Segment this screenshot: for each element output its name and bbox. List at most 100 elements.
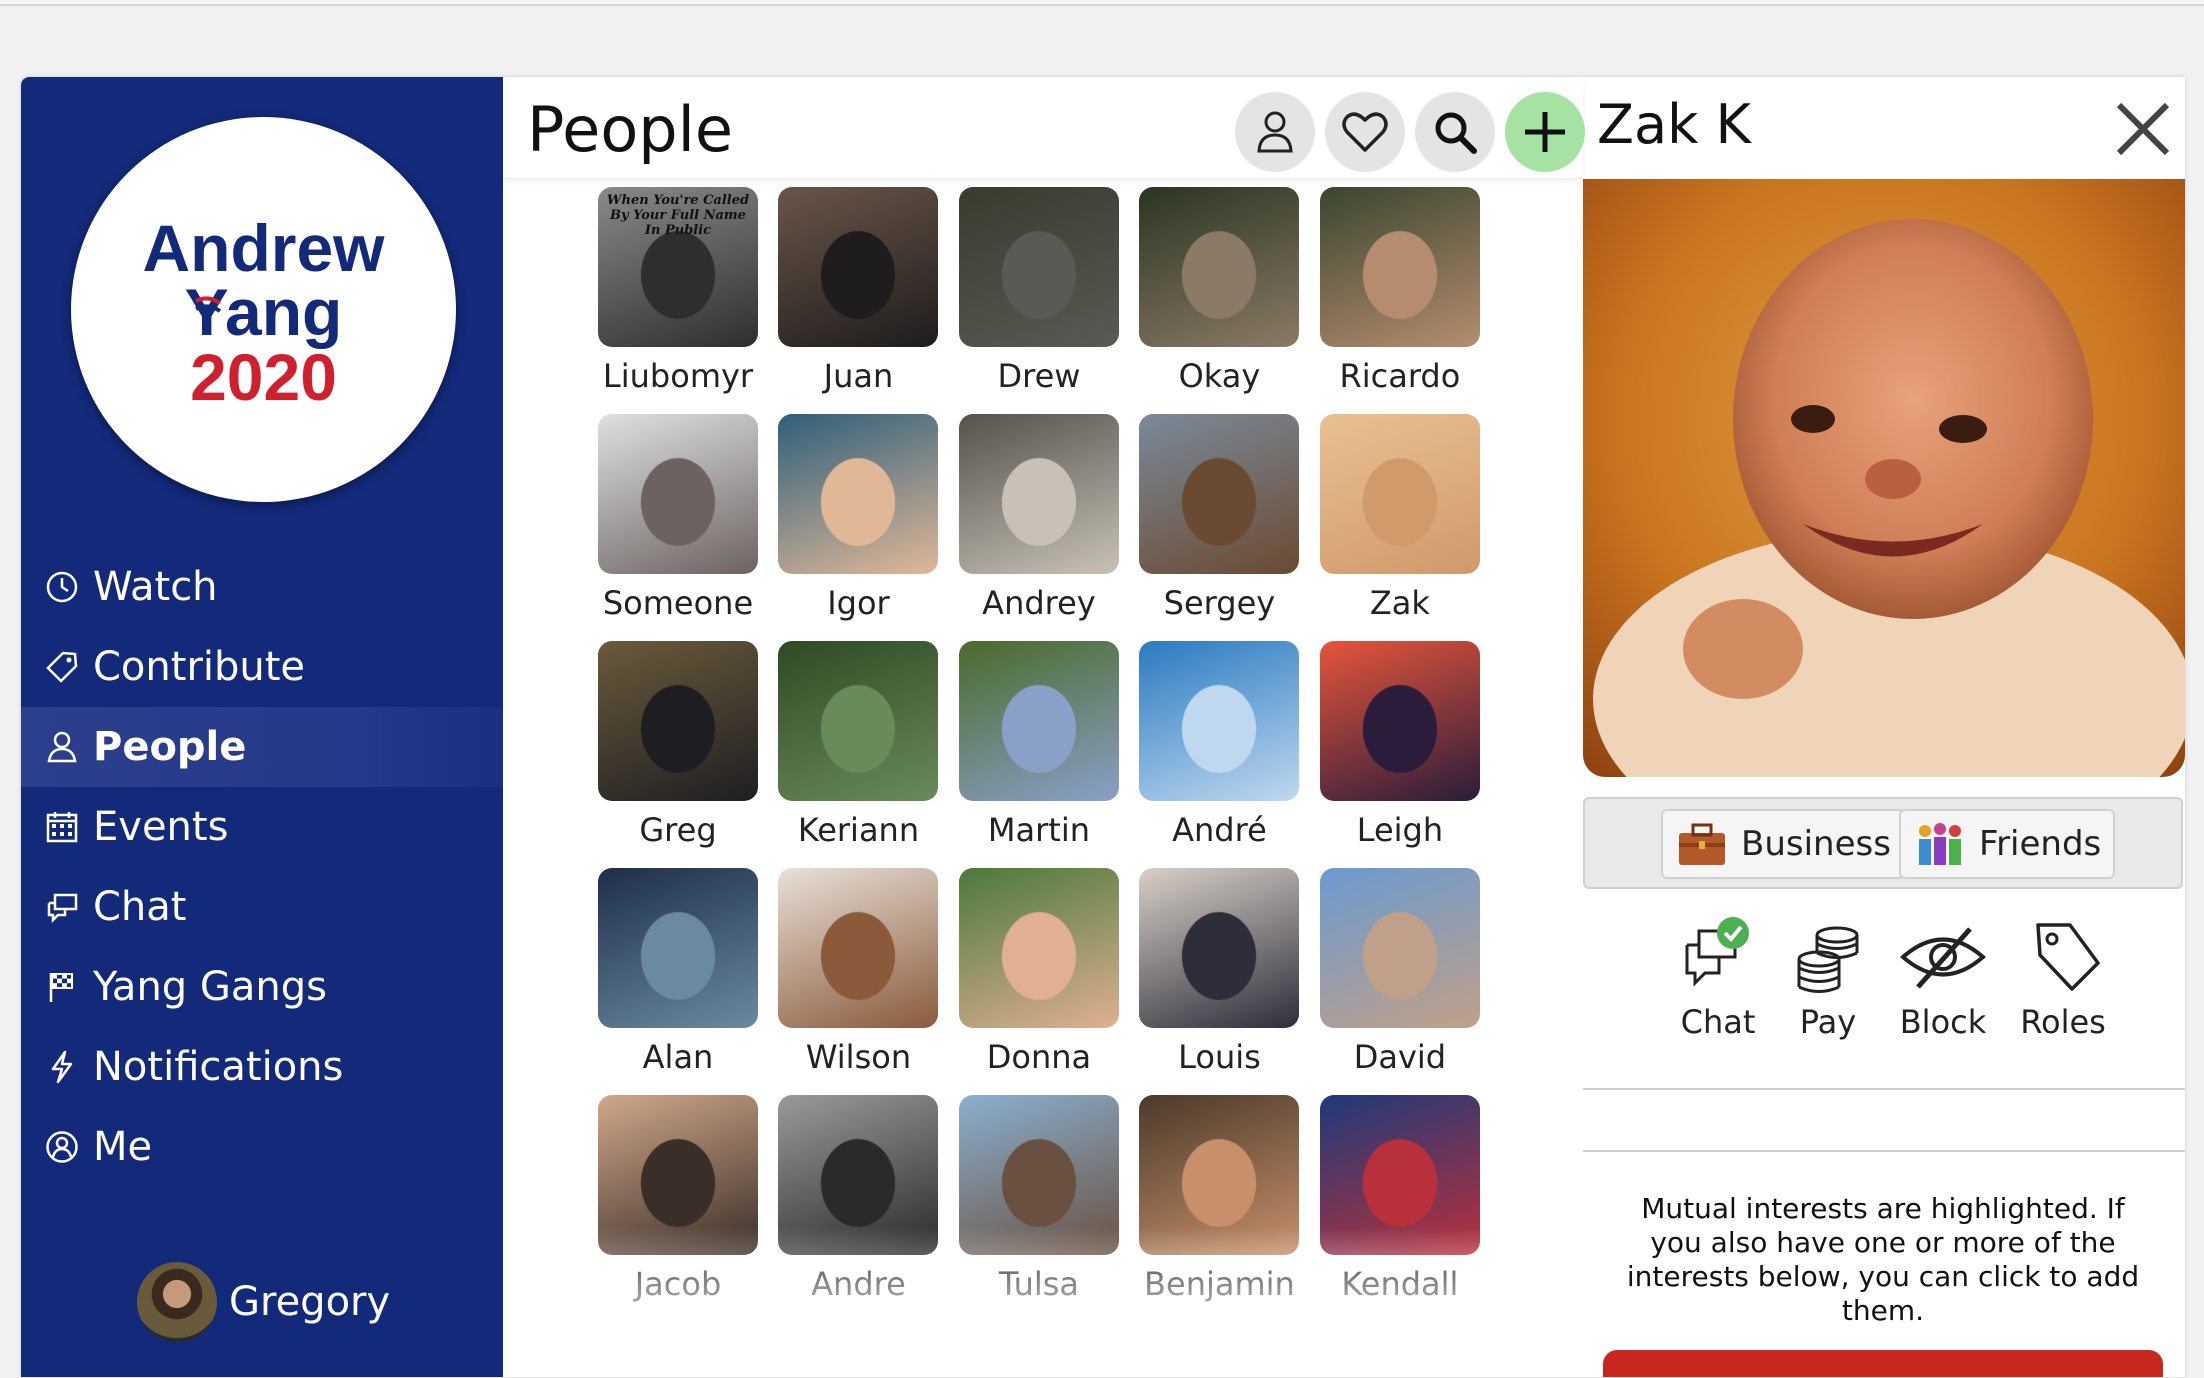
- person-name: Donna: [986, 1038, 1092, 1076]
- person-name: Kendall: [1341, 1265, 1459, 1303]
- people-header: People: [503, 77, 1585, 179]
- logo-line-1: Andrew: [142, 211, 385, 285]
- chat-action-button[interactable]: Chat: [1663, 917, 1773, 1041]
- person-card[interactable]: Igor: [778, 414, 939, 622]
- person-card[interactable]: When You're Called By Your Full Name In …: [598, 187, 758, 395]
- sidebar-item-yang-gangs[interactable]: Yang Gangs: [21, 947, 503, 1027]
- person-name: Jacob: [634, 1265, 722, 1303]
- person-name: Ricardo: [1339, 357, 1461, 395]
- person-name: Andrey: [982, 584, 1096, 622]
- tag-business[interactable]: Business: [1661, 809, 1905, 879]
- block-action-label: Block: [1899, 1003, 1987, 1041]
- person-photo: [1139, 187, 1300, 347]
- roles-action-label: Roles: [2020, 1003, 2106, 1041]
- person-card[interactable]: Okay: [1139, 187, 1300, 395]
- sidebar-item-label: Yang Gangs: [93, 964, 327, 1010]
- person-photo: [598, 868, 758, 1028]
- sidebar-item-label: Me: [93, 1124, 153, 1170]
- sidebar-item-notifications[interactable]: Notifications: [21, 1027, 503, 1107]
- person-name: Okay: [1178, 357, 1261, 395]
- person-photo: [778, 187, 939, 347]
- person-card[interactable]: Zak: [1319, 414, 1480, 622]
- person-photo: When You're Called By Your Full Name In …: [598, 187, 758, 347]
- pay-action-button[interactable]: Pay: [1773, 917, 1883, 1041]
- block-action-button[interactable]: Block: [1888, 917, 1998, 1041]
- person-photo: [1319, 1095, 1480, 1255]
- tag-friends[interactable]: Friends: [1899, 809, 2116, 879]
- person-card[interactable]: David: [1319, 868, 1480, 1076]
- coins-icon: [1797, 926, 1859, 993]
- interest-tags: Business Friends: [1583, 797, 2183, 889]
- close-button[interactable]: [2113, 99, 2173, 159]
- plus-icon: [1525, 112, 1565, 152]
- person-name: Greg: [639, 811, 717, 849]
- person-card[interactable]: Andre: [778, 1095, 939, 1303]
- person-photo: [1139, 414, 1300, 574]
- person-card[interactable]: André: [1139, 641, 1300, 849]
- person-card[interactable]: Drew: [958, 187, 1119, 395]
- person-card[interactable]: Alan: [598, 868, 758, 1076]
- person-card[interactable]: Ricardo: [1319, 187, 1480, 395]
- person-card[interactable]: Andrey: [958, 414, 1119, 622]
- divider: [1583, 1150, 2185, 1152]
- sidebar-item-watch[interactable]: Watch: [21, 547, 503, 627]
- person-photo: [1319, 868, 1480, 1028]
- person-card[interactable]: Sergey: [1139, 414, 1300, 622]
- person-card[interactable]: Tulsa: [958, 1095, 1119, 1303]
- person-photo: [598, 1095, 758, 1255]
- person-card[interactable]: Benjamin: [1139, 1095, 1300, 1303]
- person-photo: [958, 641, 1119, 801]
- browser-top-edge: [0, 0, 2204, 6]
- add-person-button[interactable]: [1505, 92, 1585, 172]
- person-icon: [1257, 111, 1293, 153]
- interest-red-button[interactable]: [1603, 1350, 2163, 1377]
- favorites-button[interactable]: [1325, 92, 1405, 172]
- sidebar-item-me[interactable]: Me: [21, 1107, 503, 1187]
- person-photo: [778, 868, 939, 1028]
- person-name: Alan: [642, 1038, 714, 1076]
- tag-icon: [2036, 923, 2100, 991]
- person-card[interactable]: Kendall: [1319, 1095, 1480, 1303]
- person-photo: [1139, 1095, 1300, 1255]
- close-icon: [2116, 102, 2170, 156]
- person-name: Zak: [1369, 584, 1430, 622]
- profile-photo-image: [1583, 179, 2185, 777]
- sidebar-item-contribute[interactable]: Contribute: [21, 627, 503, 707]
- person-photo: [958, 414, 1119, 574]
- person-card[interactable]: Keriann: [778, 641, 939, 849]
- person-card[interactable]: Jacob: [598, 1095, 758, 1303]
- roles-action-button[interactable]: Roles: [2008, 917, 2118, 1041]
- person-name: David: [1353, 1038, 1447, 1076]
- tag-icon: [43, 648, 81, 686]
- sidebar-item-label: Contribute: [93, 644, 306, 690]
- sidebar-item-label: Chat: [93, 884, 187, 930]
- person-card[interactable]: Donna: [958, 868, 1119, 1076]
- profile-actions: Chat Pay Block Roles: [1663, 917, 2163, 1047]
- person-card[interactable]: Martin: [958, 641, 1119, 849]
- person-photo: [598, 641, 758, 801]
- person-card[interactable]: Someone: [598, 414, 758, 622]
- photo-caption: When You're Called By Your Full Name In …: [606, 193, 750, 238]
- briefcase-icon: [1679, 823, 1725, 865]
- person-card[interactable]: Leigh: [1319, 641, 1480, 849]
- current-user[interactable]: Gregory: [137, 1262, 390, 1342]
- sidebar-nav: Watch Contribute People Events Chat Yang…: [21, 547, 503, 1187]
- mutual-interests-note: Mutual interests are highlighted. If you…: [1626, 1192, 2140, 1327]
- person-name: Drew: [997, 357, 1081, 395]
- filter-people-button[interactable]: [1235, 92, 1315, 172]
- person-card[interactable]: Greg: [598, 641, 758, 849]
- clock-icon: [43, 568, 81, 606]
- search-icon: [1435, 112, 1477, 154]
- profile-photo[interactable]: [1583, 179, 2185, 777]
- person-card[interactable]: Juan: [778, 187, 939, 395]
- sidebar-item-people[interactable]: People: [21, 707, 503, 787]
- campaign-logo[interactable]: Andrew Yang 2020: [71, 117, 456, 502]
- sidebar-item-events[interactable]: Events: [21, 787, 503, 867]
- sidebar-item-chat[interactable]: Chat: [21, 867, 503, 947]
- person-card[interactable]: Wilson: [778, 868, 939, 1076]
- person-card[interactable]: Louis: [1139, 868, 1300, 1076]
- search-button[interactable]: [1415, 92, 1495, 172]
- logo-flag-swoosh-icon: [195, 296, 222, 313]
- person-icon: [43, 728, 81, 766]
- heart-icon: [1342, 112, 1388, 152]
